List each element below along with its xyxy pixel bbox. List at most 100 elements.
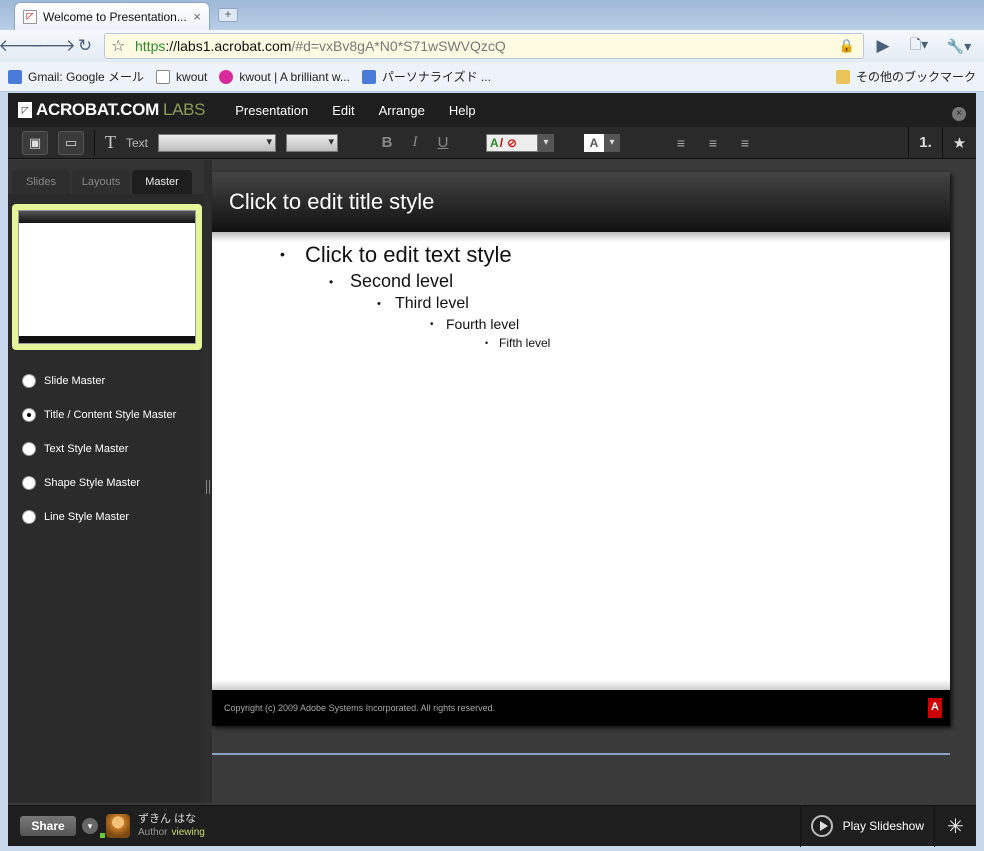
- bookmark-personalized[interactable]: パーソナライズド ...: [361, 68, 491, 85]
- toolbar-right-group: 1. ★: [908, 126, 976, 159]
- address-bar[interactable]: ☆ https ://labs1.acrobat.com /#d=vxBv8gA…: [104, 33, 864, 59]
- bookmark-label: パーソナライズド ...: [381, 70, 491, 84]
- other-bookmarks[interactable]: その他のブックマーク: [835, 68, 976, 85]
- radio-button[interactable]: [22, 476, 36, 490]
- tab-slides[interactable]: Slides: [12, 170, 70, 194]
- level-text: Second level: [350, 271, 454, 291]
- bullet-icon: •: [377, 298, 381, 310]
- no-color-icon: ⊘: [507, 135, 518, 150]
- level-text: Third level: [395, 295, 469, 312]
- new-tab-button[interactable]: +: [218, 8, 238, 22]
- thumbnail-preview: [18, 210, 196, 344]
- browser-tab-strip: ◸ Welcome to Presentation... × +: [0, 0, 984, 30]
- align-center-icon[interactable]: ≡: [702, 135, 724, 151]
- text-color-swatch: A / ⊘: [486, 133, 539, 152]
- logo-labs: LABS: [162, 100, 206, 119]
- tab-master[interactable]: Master: [132, 170, 192, 194]
- browser-tab[interactable]: ◸ Welcome to Presentation... ×: [14, 2, 210, 30]
- text-level-5[interactable]: • Fifth level: [485, 336, 550, 350]
- url-path: /#d=vxBv8gA*N0*S71wSWVQzcQ: [291, 38, 506, 54]
- radio-button[interactable]: [22, 442, 36, 456]
- underline-button[interactable]: U: [434, 134, 452, 151]
- numbered-list-button[interactable]: 1.: [908, 126, 942, 159]
- user-role: Author viewing: [138, 826, 205, 840]
- status-bar: Share ▾ ずきん はな Author viewing Play Slides…: [8, 805, 976, 847]
- thumbnail-title-bar: [19, 211, 195, 223]
- play-icon: [810, 815, 833, 837]
- bookmark-label: Gmail: Google メール: [28, 70, 145, 84]
- thumbnail-footer: [19, 336, 195, 343]
- align-left-icon[interactable]: ≡: [670, 135, 692, 151]
- font-size-select[interactable]: [286, 133, 339, 152]
- menu-edit[interactable]: Edit: [320, 103, 366, 118]
- share-button[interactable]: Share: [20, 816, 76, 836]
- reload-button[interactable]: ↻: [72, 34, 98, 58]
- master-option-slide[interactable]: Slide Master: [22, 364, 176, 398]
- page-menu-button[interactable]: 🗋▾: [902, 34, 936, 58]
- user-info: ずきん はな Author viewing: [138, 812, 205, 840]
- close-app-icon[interactable]: ×: [952, 107, 966, 121]
- option-label: Text Style Master: [44, 443, 129, 455]
- slide-title[interactable]: Click to edit title style: [212, 172, 950, 232]
- url-scheme: https: [135, 38, 166, 54]
- text-color-picker[interactable]: A / ⊘ ▾: [486, 133, 555, 152]
- acrobat-logo-icon: ◸: [18, 102, 32, 118]
- master-option-title-content[interactable]: Title / Content Style Master: [22, 398, 176, 432]
- bullet-icon: •: [430, 319, 434, 330]
- bullet-icon: •: [280, 246, 285, 262]
- slide-footer[interactable]: Copyright (c) 2009 Adobe Systems Incorpo…: [212, 690, 950, 726]
- bookmark-kwout[interactable]: kwout: [156, 69, 208, 84]
- text-level-3[interactable]: • Third level: [377, 295, 469, 313]
- text-level-1[interactable]: • Click to edit text style: [280, 242, 512, 268]
- tab-close-icon[interactable]: ×: [193, 9, 201, 24]
- master-thumbnail[interactable]: [12, 204, 202, 350]
- menu-presentation[interactable]: Presentation: [223, 103, 320, 118]
- panel-splitter[interactable]: [204, 160, 212, 803]
- bookmark-kwout-brilliant[interactable]: kwout | A brilliant w...: [219, 69, 350, 84]
- activity-spinner-icon: ✳: [934, 805, 976, 847]
- bold-button[interactable]: B: [378, 134, 396, 151]
- menu-help[interactable]: Help: [437, 103, 488, 118]
- bookmark-star-icon[interactable]: ☆: [111, 36, 125, 56]
- footer-text: Copyright (c) 2009 Adobe Systems Incorpo…: [224, 703, 496, 713]
- radio-button-selected[interactable]: [22, 408, 36, 422]
- bookmark-label: kwout | A brilliant w...: [239, 69, 350, 84]
- slides-view-icon[interactable]: ▣: [22, 130, 48, 155]
- page-icon: [156, 69, 171, 84]
- bookmark-label: kwout: [176, 69, 208, 84]
- main-menu: Presentation Edit Arrange Help: [223, 103, 487, 118]
- text-level-4[interactable]: • Fourth level: [430, 316, 519, 332]
- url-host: ://labs1.acrobat.com: [165, 38, 292, 54]
- shape-tool-icon[interactable]: ▭: [58, 130, 84, 155]
- menu-arrange[interactable]: Arrange: [367, 103, 437, 118]
- share-dropdown-icon[interactable]: ▾: [82, 818, 98, 834]
- adobe-logo-icon: A: [928, 698, 942, 718]
- forward-button[interactable]: 🡒: [30, 34, 76, 58]
- master-option-text[interactable]: Text Style Master: [22, 432, 176, 466]
- go-button[interactable]: ▶: [870, 34, 896, 58]
- app-menubar: ◸ ACROBAT.COM LABS Presentation Edit Arr…: [8, 93, 976, 127]
- wrench-menu-button[interactable]: 🔧▾: [942, 34, 976, 58]
- bullet-icon: •: [329, 275, 334, 289]
- splitter-grip-icon[interactable]: [206, 480, 210, 494]
- option-label: Line Style Master: [44, 511, 129, 523]
- tab-layouts[interactable]: Layouts: [72, 170, 130, 194]
- master-option-shape[interactable]: Shape Style Master: [22, 466, 176, 500]
- notes-divider[interactable]: [212, 753, 950, 755]
- bookmark-gmail[interactable]: Gmail: Google メール: [8, 68, 144, 85]
- kwout-flower-icon: [219, 69, 234, 84]
- align-right-icon[interactable]: ≡: [734, 135, 756, 151]
- radio-button[interactable]: [22, 374, 36, 388]
- font-family-select[interactable]: [158, 133, 277, 152]
- italic-button[interactable]: I: [406, 134, 424, 151]
- master-option-line[interactable]: Line Style Master: [22, 500, 176, 534]
- text-level-2[interactable]: • Second level: [329, 271, 454, 292]
- star-icon[interactable]: ★: [942, 126, 976, 159]
- slide-canvas[interactable]: Click to edit title style • Click to edi…: [212, 172, 950, 726]
- radio-button[interactable]: [22, 510, 36, 524]
- option-label: Slide Master: [44, 375, 106, 387]
- user-avatar: [100, 814, 130, 838]
- fill-color-picker[interactable]: A ▾: [584, 133, 621, 152]
- text-tool-icon[interactable]: T: [105, 132, 116, 153]
- play-slideshow-button[interactable]: Play Slideshow: [799, 805, 934, 847]
